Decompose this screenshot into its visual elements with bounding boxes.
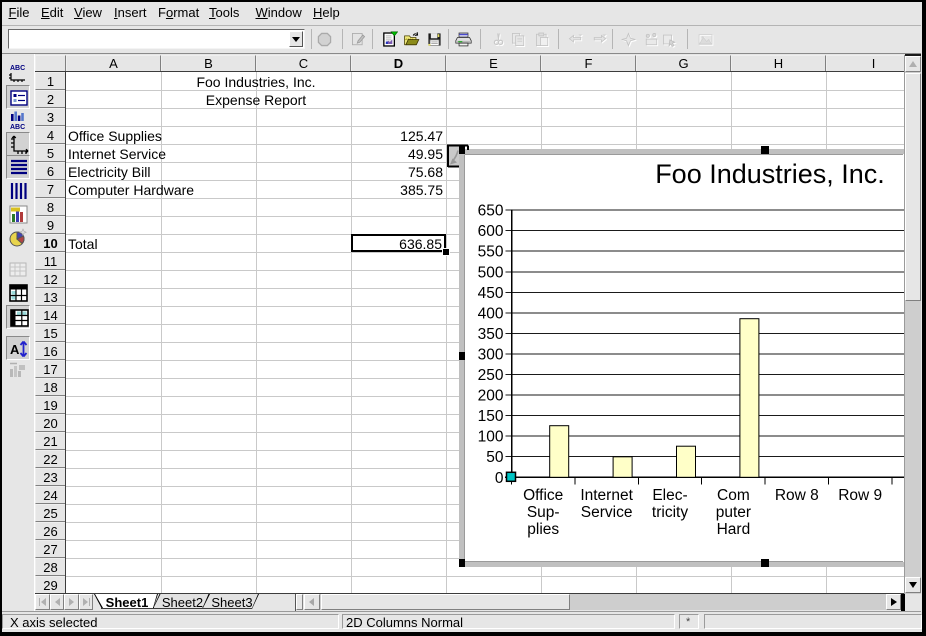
svg-text:650: 650 (478, 203, 504, 220)
svg-text:Row 9: Row 9 (838, 487, 882, 504)
svg-text:Internet: Internet (580, 487, 633, 504)
svg-text:Hard: Hard (717, 521, 751, 538)
svg-text:550: 550 (478, 244, 504, 261)
svg-text:ABC: ABC (10, 65, 25, 72)
svg-text:400: 400 (478, 305, 504, 322)
svg-text:250: 250 (478, 367, 504, 384)
svg-text:200: 200 (478, 388, 504, 405)
svg-text:450: 450 (478, 285, 504, 302)
svg-text:0: 0 (495, 470, 504, 487)
svg-text:Sup-: Sup- (527, 504, 560, 521)
svg-text:puter: puter (716, 504, 751, 521)
svg-text:100: 100 (478, 429, 504, 446)
svg-text:Foo Industries, Inc.: Foo Industries, Inc. (655, 159, 885, 189)
svg-text:Com: Com (717, 487, 750, 504)
svg-text:150: 150 (478, 408, 504, 425)
svg-text:A: A (10, 342, 20, 357)
svg-text:Service: Service (581, 504, 633, 521)
svg-text:Row 8: Row 8 (775, 487, 819, 504)
svg-text:tricity: tricity (652, 504, 688, 521)
svg-text:350: 350 (478, 326, 504, 343)
svg-text:500: 500 (478, 264, 504, 281)
svg-text:Elec-: Elec- (652, 487, 687, 504)
svg-text:plies: plies (527, 521, 559, 538)
svg-text:ABC: ABC (10, 124, 25, 131)
svg-text:300: 300 (478, 347, 504, 364)
svg-text:50: 50 (486, 449, 504, 466)
svg-text:600: 600 (478, 223, 504, 240)
svg-text:Office: Office (523, 487, 563, 504)
